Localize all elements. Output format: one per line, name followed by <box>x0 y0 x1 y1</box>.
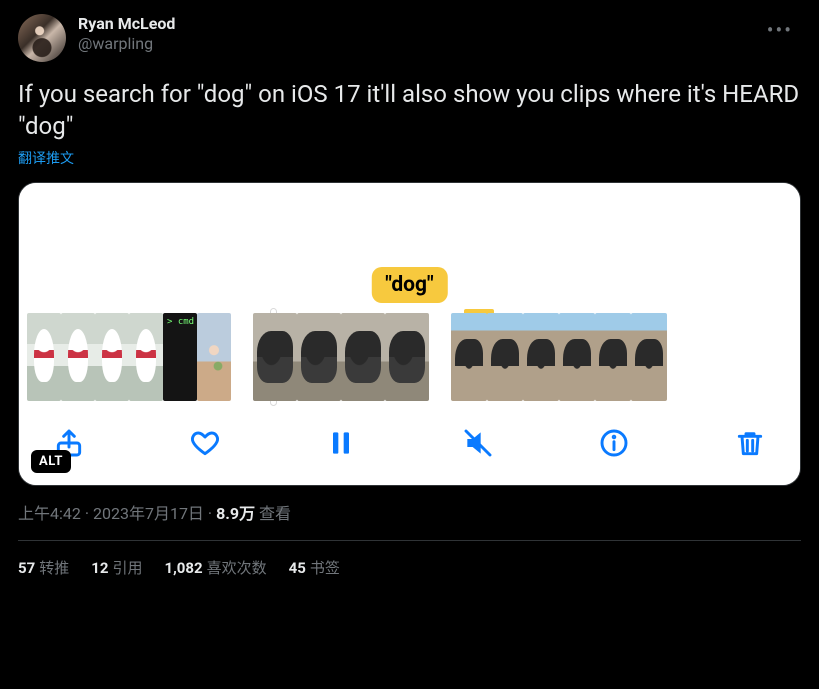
clip-frame <box>197 313 231 401</box>
clip-group-3[interactable] <box>451 313 667 401</box>
clip-group-2[interactable] <box>253 313 429 401</box>
avatar[interactable] <box>18 14 66 62</box>
clip-frame <box>95 313 129 401</box>
tweet-text: If you search for "dog" on iOS 17 it'll … <box>18 78 801 142</box>
quotes-stat[interactable]: 12引用 <box>91 557 142 578</box>
clip-frame <box>253 313 297 401</box>
trash-icon[interactable] <box>732 425 768 461</box>
view-label: 查看 <box>255 504 291 523</box>
clip-frame <box>451 313 487 401</box>
view-count[interactable]: 8.9万 <box>216 504 255 523</box>
search-term-chip: "dog" <box>371 267 447 303</box>
clip-frame <box>595 313 631 401</box>
tweet-date[interactable]: 2023年7月17日 <box>93 504 204 523</box>
clip-frame <box>559 313 595 401</box>
clip-frame <box>61 313 95 401</box>
clip-frame <box>631 313 667 401</box>
clip-frame <box>487 313 523 401</box>
tweet-time[interactable]: 上午4:42 <box>18 504 81 523</box>
media-toolbar <box>19 407 800 485</box>
clip-timeline[interactable] <box>19 313 800 407</box>
pause-icon[interactable] <box>323 425 359 461</box>
author-name[interactable]: Ryan McLeod <box>78 14 175 34</box>
more-icon[interactable]: ••• <box>759 14 801 46</box>
clip-frame <box>523 313 559 401</box>
mute-icon[interactable] <box>460 425 496 461</box>
clip-frame <box>163 313 197 401</box>
likes-stat[interactable]: 1,082喜欢次数 <box>164 557 266 578</box>
clip-group-1[interactable] <box>27 313 231 401</box>
media-whitespace: "dog" <box>19 183 800 313</box>
clip-frame <box>27 313 61 401</box>
bookmarks-stat[interactable]: 45书签 <box>289 557 340 578</box>
clip-frame <box>297 313 341 401</box>
tweet-header: Ryan McLeod @warpling ••• <box>18 14 801 62</box>
clip-frame <box>129 313 163 401</box>
clip-frame <box>385 313 429 401</box>
alt-badge[interactable]: ALT <box>31 450 71 473</box>
clip-frame <box>341 313 385 401</box>
tweet-meta: 上午4:42 · 2023年7月17日 · 8.9万 查看 <box>18 500 801 524</box>
tweet-container: Ryan McLeod @warpling ••• If you search … <box>0 0 819 578</box>
retweets-stat[interactable]: 57转推 <box>18 557 69 578</box>
heart-icon[interactable] <box>187 425 223 461</box>
media-attachment[interactable]: "dog" <box>18 182 801 486</box>
info-icon[interactable] <box>596 425 632 461</box>
tweet-stats: 57转推 12引用 1,082喜欢次数 45书签 <box>18 541 801 578</box>
author-block: Ryan McLeod @warpling <box>78 14 175 54</box>
author-handle[interactable]: @warpling <box>78 34 175 54</box>
translate-link[interactable]: 翻译推文 <box>18 148 801 168</box>
